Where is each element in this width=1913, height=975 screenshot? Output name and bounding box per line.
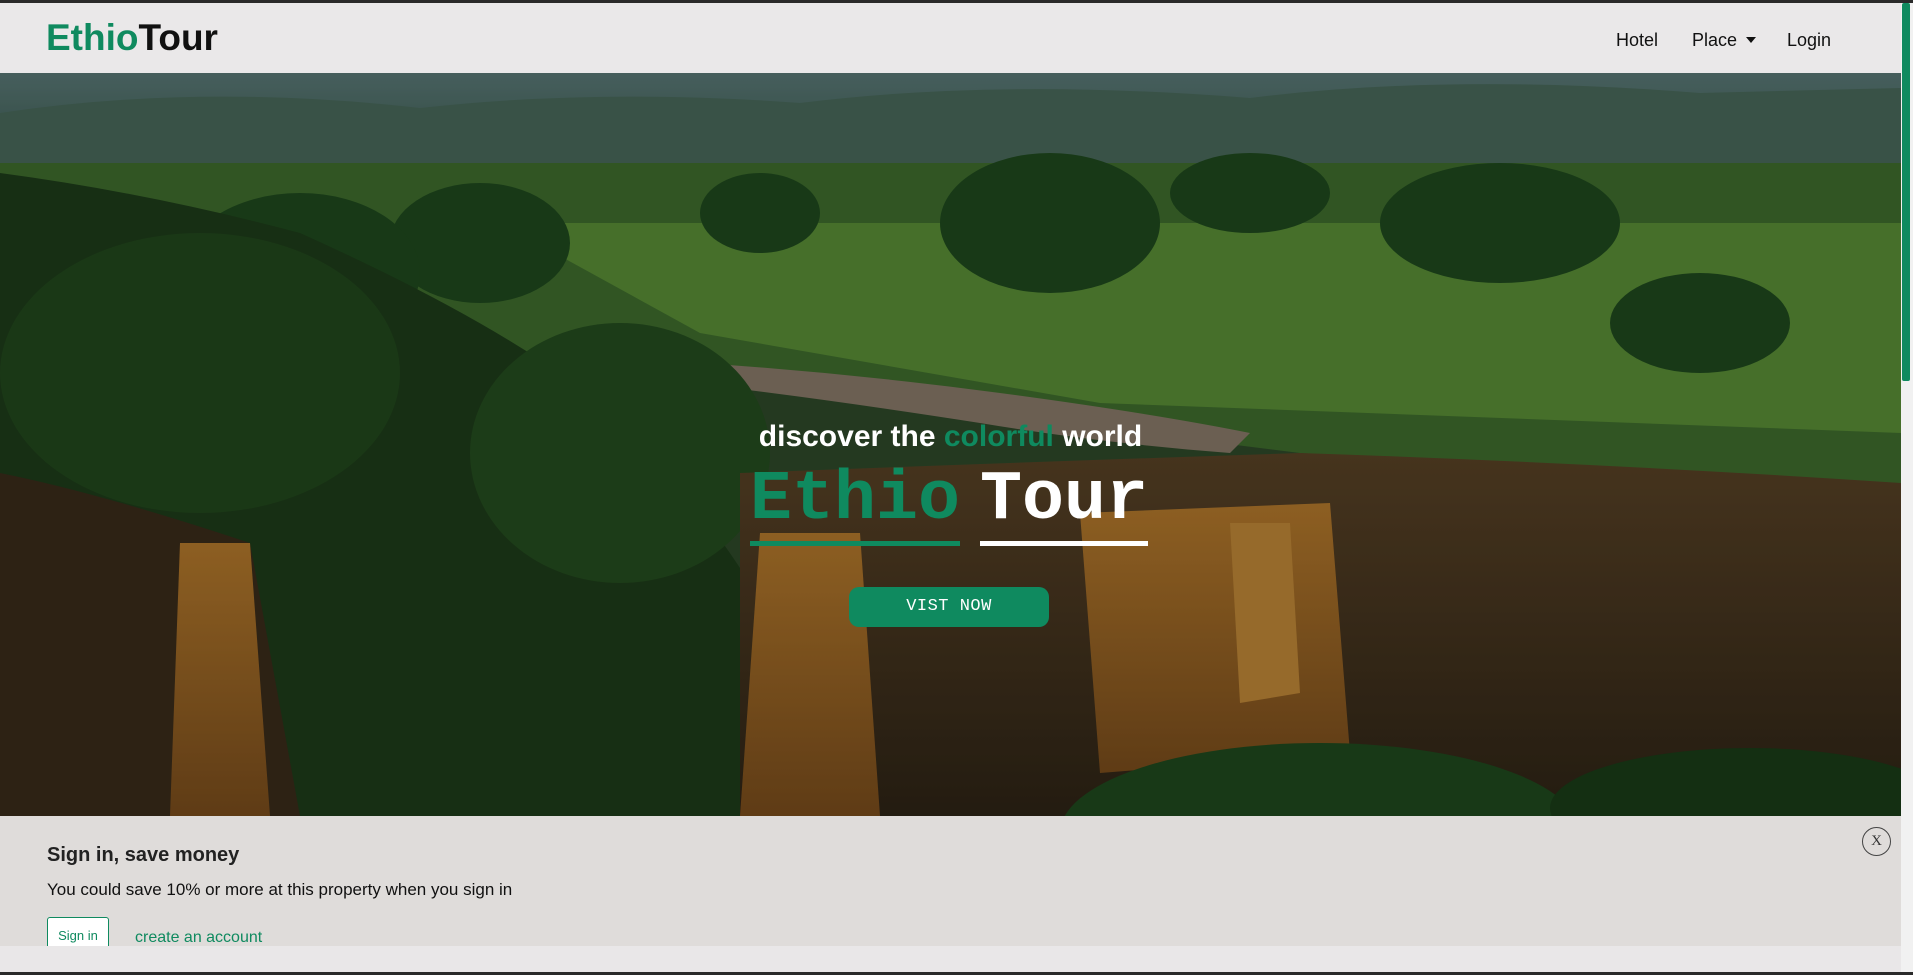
hero-tagline: discover the colorful world bbox=[0, 420, 1901, 454]
tagline-pre: discover the bbox=[758, 420, 936, 453]
signin-banner-title: Sign in, save money bbox=[47, 844, 240, 866]
hero-title-part1: Ethio bbox=[750, 461, 961, 546]
scrollbar-thumb[interactable] bbox=[1902, 3, 1910, 381]
nav-hotel-link[interactable]: Hotel bbox=[1616, 29, 1658, 51]
nav-place-dropdown[interactable]: Place bbox=[1692, 29, 1757, 51]
page-bottom-strip bbox=[0, 946, 1901, 972]
tagline-post: world bbox=[1062, 420, 1143, 453]
signin-banner: Sign in, save money You could save 10% o… bbox=[0, 816, 1901, 954]
page-scrollbar[interactable] bbox=[1901, 3, 1913, 972]
brand-logo-part2: Tour bbox=[138, 17, 218, 58]
hero-title: Ethio Tour bbox=[750, 461, 1149, 546]
tagline-highlight: colorful bbox=[943, 420, 1054, 453]
visit-now-button[interactable]: VIST NOW bbox=[849, 587, 1049, 627]
nav-login-link[interactable]: Login bbox=[1787, 29, 1831, 51]
hero-title-part2: Tour bbox=[980, 461, 1149, 546]
brand-logo-part1: Ethio bbox=[46, 17, 139, 58]
close-icon[interactable]: X bbox=[1862, 827, 1891, 856]
brand-logo[interactable]: EthioTour bbox=[46, 17, 218, 59]
caret-down-icon bbox=[1746, 37, 1757, 43]
signin-banner-text: You could save 10% or more at this prope… bbox=[47, 880, 513, 899]
nav-place-label: Place bbox=[1692, 30, 1738, 50]
browser-frame: EthioTour Hotel Place Login discover the… bbox=[0, 3, 1913, 972]
create-account-link[interactable]: create an account bbox=[135, 929, 262, 947]
hero-section: discover the colorful world Ethio Tour VI… bbox=[0, 73, 1901, 816]
navbar: EthioTour Hotel Place Login bbox=[0, 3, 1901, 73]
page-viewport: EthioTour Hotel Place Login discover the… bbox=[0, 3, 1901, 972]
